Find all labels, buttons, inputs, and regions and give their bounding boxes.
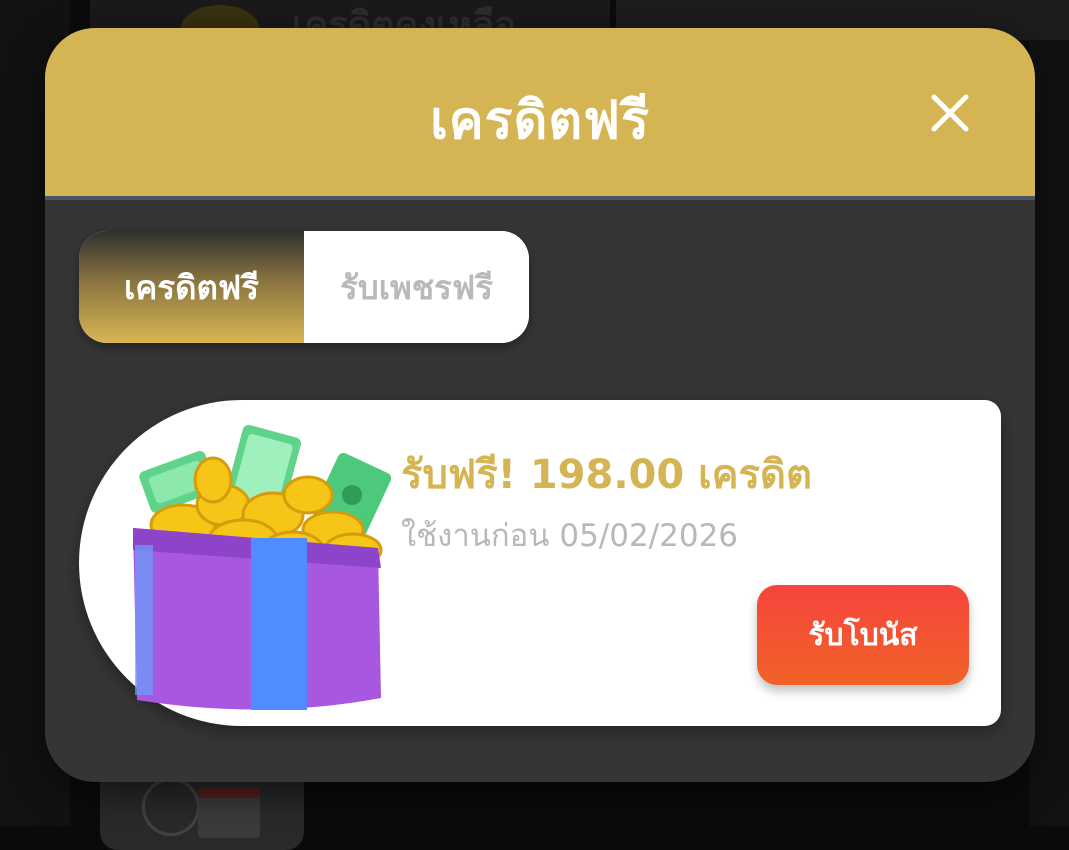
modal-title: เครดิตฟรี xyxy=(430,91,650,151)
gift-box-icon xyxy=(133,424,392,710)
bonus-expiry: ใช้งานก่อน 05/02/2026 xyxy=(401,518,739,554)
bonus-card: รับฟรี! 198.00 เครดิต ใช้งานก่อน 05/02/2… xyxy=(79,400,1001,726)
modal-header: เครดิตฟรี xyxy=(45,28,1035,200)
calendar-icon xyxy=(198,788,260,838)
background-side-panel-right xyxy=(1029,0,1069,826)
close-icon xyxy=(931,94,969,132)
close-button[interactable] xyxy=(927,90,973,136)
free-credit-modal: เครดิตฟรี เครดิตฟรี รับเพชรฟรี รับฟรี! 1… xyxy=(45,28,1035,782)
clock-icon xyxy=(142,778,200,836)
tab-free-diamonds[interactable]: รับเพชรฟรี xyxy=(304,231,529,343)
tab-free-credit[interactable]: เครดิตฟรี xyxy=(79,231,304,343)
bonus-title: รับฟรี! 198.00 เครดิต xyxy=(401,452,812,498)
tab-bar: เครดิตฟรี รับเพชรฟรี xyxy=(79,231,529,343)
claim-bonus-button[interactable]: รับโบนัส xyxy=(757,585,969,685)
